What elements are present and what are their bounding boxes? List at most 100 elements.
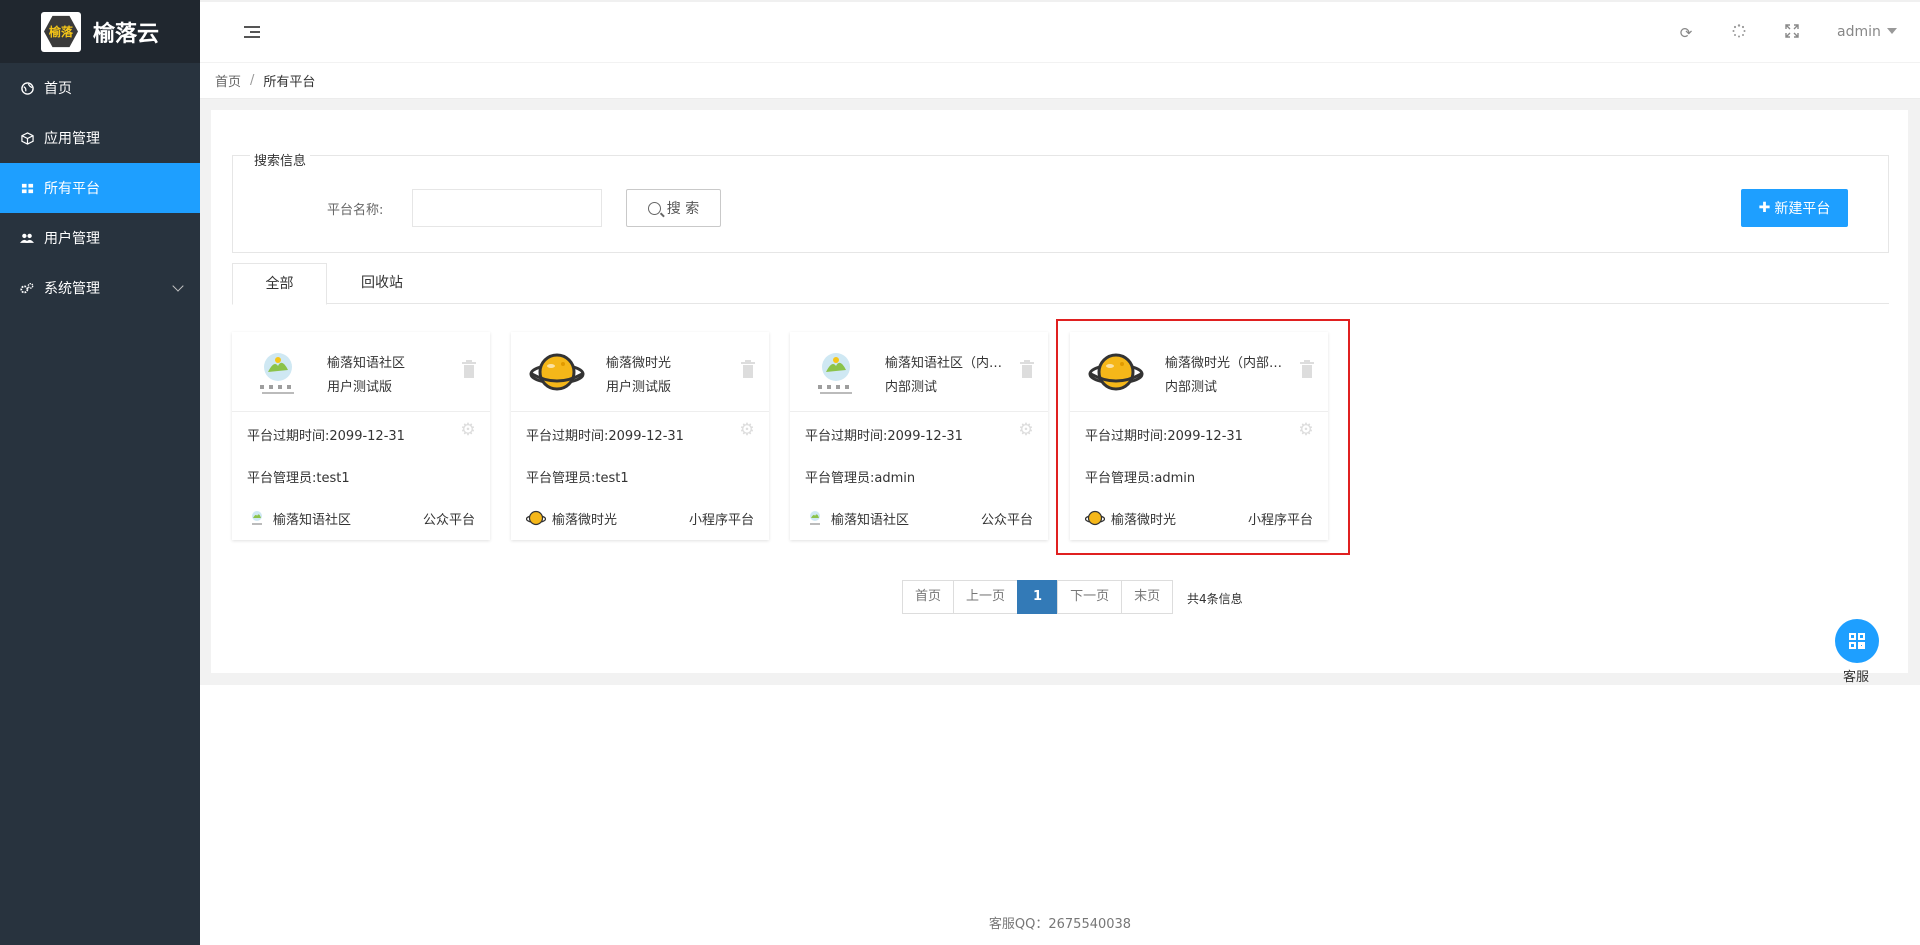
breadcrumb: 首页 / 所有平台 — [200, 63, 1920, 99]
platform-name-label: 平台名称: — [327, 203, 384, 218]
logo[interactable]: 榆落 榆落云 — [0, 0, 200, 63]
admin-label: 平台管理员: — [526, 471, 596, 486]
expire-row: 平台过期时间:2099-12-31 — [805, 425, 963, 444]
platform-name-input[interactable] — [412, 189, 602, 227]
pagination-info: 共4条信息 — [1187, 592, 1243, 606]
selection-highlight — [1056, 319, 1350, 555]
tab-recycle-bin[interactable]: 回收站 — [337, 263, 427, 304]
cogs-icon — [20, 281, 34, 295]
new-platform-label: 新建平台 — [1774, 201, 1831, 217]
breadcrumb-current: 所有平台 — [263, 75, 316, 90]
admin-row: 平台管理员:test1 — [526, 467, 629, 486]
platform-type: 公众平台 — [980, 512, 1033, 528]
planet-logo-icon — [529, 353, 585, 391]
platform-title: 榆落微时光 — [606, 356, 672, 371]
logo-badge: 榆落 — [40, 11, 81, 52]
logo-text: 榆落云 — [92, 21, 159, 47]
globe-icon — [20, 81, 34, 95]
platform-card[interactable]: 榆落知语社区 用户测试版 平台过期时间:2099-12-31 ⚙ 平台管理员:t… — [232, 332, 490, 540]
expire-label: 平台过期时间: — [805, 429, 888, 444]
search-legend: 搜索信息 — [250, 150, 311, 169]
platform-type: 公众平台 — [422, 512, 475, 528]
qrcode-icon — [1849, 633, 1865, 649]
top-header: ⟳ admin — [200, 0, 1920, 63]
footer-contact: 客服QQ：2675540038 — [988, 917, 1132, 932]
platform-title: 榆落知语社区（内部测试） — [885, 356, 1013, 371]
user-name: admin — [1837, 24, 1881, 40]
refresh-icon[interactable]: ⟳ — [1677, 24, 1695, 42]
page-last[interactable]: 末页 — [1121, 580, 1174, 614]
platform-subtitle: 内部测试 — [885, 380, 938, 395]
admin-label: 平台管理员: — [247, 471, 317, 486]
platform-type: 小程序平台 — [688, 512, 754, 528]
new-platform-button[interactable]: ✚ 新建平台 — [1741, 189, 1848, 227]
platform-card[interactable]: 榆落微时光 用户测试版 平台过期时间:2099-12-31 ⚙ 平台管理员:te… — [511, 332, 769, 540]
logo-badge-text: 榆落 — [43, 15, 78, 48]
page-first[interactable]: 首页 — [902, 580, 955, 614]
admin-label: 平台管理员: — [805, 471, 875, 486]
search-button-label: 搜 索 — [666, 201, 700, 217]
sidebar-item-home[interactable]: 首页 — [0, 63, 200, 113]
expire-row: 平台过期时间:2099-12-31 — [247, 425, 405, 444]
platform-card[interactable]: 榆落知语社区（内部测试） 内部测试 平台过期时间:2099-12-31 ⚙ 平台… — [790, 332, 1048, 540]
admin-value: admin — [874, 471, 916, 486]
app-name: 榆落知语社区 — [273, 512, 352, 528]
page-current[interactable]: 1 — [1017, 580, 1059, 614]
grid-icon — [20, 181, 34, 195]
platform-subtitle: 用户测试版 — [606, 380, 672, 395]
expire-row: 平台过期时间:2099-12-31 — [526, 425, 684, 444]
breadcrumb-separator: / — [250, 73, 255, 88]
admin-value: test1 — [595, 471, 629, 486]
trash-icon[interactable] — [462, 360, 476, 378]
breadcrumb-home[interactable]: 首页 — [215, 71, 241, 90]
pagination: 首页 上一页 1 下一页 末页 — [902, 580, 1174, 614]
expire-label: 平台过期时间: — [526, 429, 609, 444]
cube-icon — [20, 131, 34, 145]
expire-date: 2099-12-31 — [887, 429, 963, 444]
expire-label: 平台过期时间: — [247, 429, 330, 444]
tab-bar: 全部 回收站 — [232, 263, 1889, 305]
planet-app-icon — [526, 510, 546, 526]
customer-service-button[interactable] — [1835, 619, 1879, 663]
plus-icon: ✚ — [1758, 200, 1771, 216]
trash-icon[interactable] — [1020, 360, 1034, 378]
app-name: 榆落微时光 — [552, 512, 618, 528]
page-prev[interactable]: 上一页 — [953, 580, 1019, 614]
sidebar-item-apps[interactable]: 应用管理 — [0, 113, 200, 163]
fullscreen-icon[interactable] — [1783, 24, 1801, 42]
platform-subtitle: 用户测试版 — [327, 380, 393, 395]
expire-date: 2099-12-31 — [608, 429, 684, 444]
admin-value: test1 — [316, 471, 350, 486]
admin-row: 平台管理员:admin — [805, 467, 915, 486]
community-app-icon — [810, 511, 820, 525]
customer-service-label: 客服 — [1843, 670, 1870, 685]
community-logo-icon — [818, 353, 852, 394]
admin-row: 平台管理员:test1 — [247, 467, 350, 486]
sidebar-item-label: 系统管理 — [44, 281, 100, 297]
sidebar-item-system[interactable]: 系统管理 — [0, 263, 200, 313]
sidebar-item-users[interactable]: 用户管理 — [0, 213, 200, 263]
sidebar: 榆落 榆落云 首页 应用管理 所有平台 用户管理 系统管理 — [0, 0, 200, 945]
trash-icon[interactable] — [741, 360, 755, 378]
gear-icon[interactable]: ⚙ — [739, 422, 755, 439]
gear-icon[interactable]: ⚙ — [1018, 422, 1034, 439]
search-button[interactable]: 搜 索 — [626, 189, 721, 227]
search-icon — [647, 201, 661, 215]
menu-toggle-icon[interactable] — [244, 26, 260, 40]
users-icon — [20, 231, 34, 245]
chevron-down-icon — [172, 280, 184, 292]
caret-down-icon — [1886, 28, 1897, 34]
page-next[interactable]: 下一页 — [1057, 580, 1123, 614]
user-menu[interactable]: admin — [1837, 24, 1897, 40]
sidebar-item-platforms[interactable]: 所有平台 — [0, 163, 200, 213]
expire-date: 2099-12-31 — [329, 429, 405, 444]
sidebar-item-label: 应用管理 — [44, 131, 100, 147]
community-logo-icon — [260, 353, 294, 394]
tab-all[interactable]: 全部 — [232, 263, 327, 305]
sidebar-item-label: 所有平台 — [44, 181, 100, 197]
platform-title: 榆落知语社区 — [327, 356, 406, 371]
loading-icon[interactable] — [1730, 24, 1748, 42]
sidebar-item-label: 首页 — [44, 81, 72, 97]
app-name: 榆落知语社区 — [831, 512, 910, 528]
gear-icon[interactable]: ⚙ — [460, 422, 476, 439]
